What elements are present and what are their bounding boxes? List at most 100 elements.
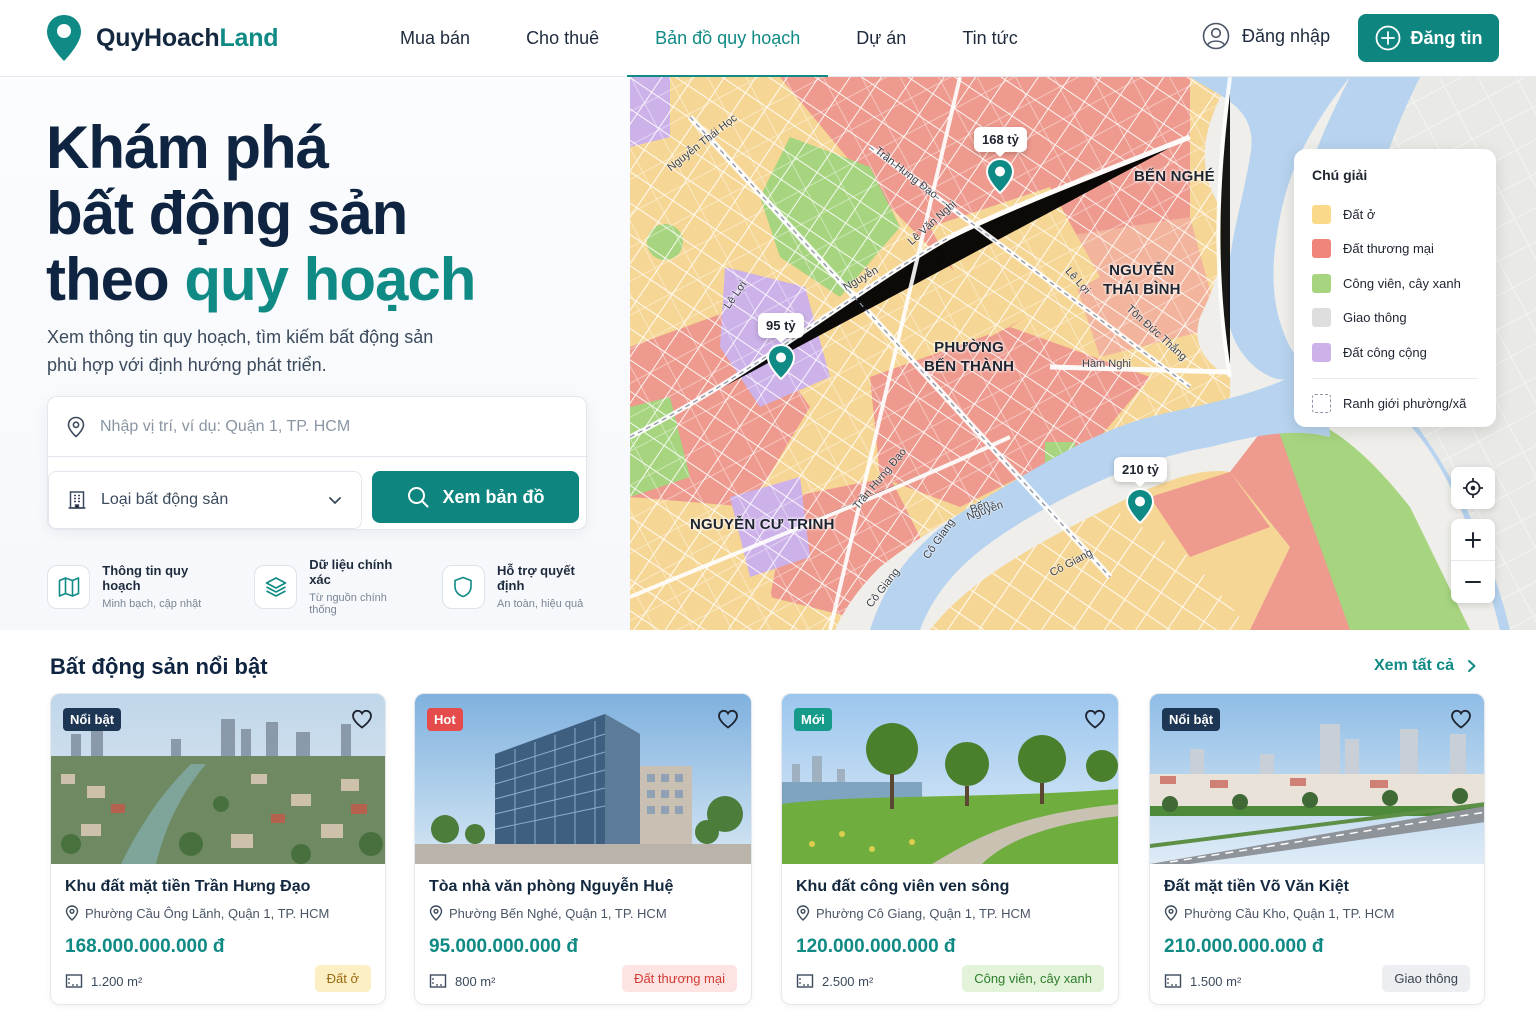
property-card[interactable]: Nổi bật Khu đất mặt tiền Trần Hưng Đạo P… <box>50 693 386 1005</box>
nav-ban-do-quy-hoach[interactable]: Bản đồ quy hoạch <box>627 0 829 78</box>
nav-cho-thue[interactable]: Cho thuê <box>498 0 627 77</box>
area-label: PHƯỜNG BẾN THÀNH <box>924 339 1015 375</box>
legend-item: Giao thông <box>1312 301 1478 336</box>
location-pin-icon <box>1164 905 1178 921</box>
feature-desc: Minh bạch, cập nhật <box>102 598 202 610</box>
hero-title: Khám phá bất động sản theo quy hoạch <box>46 114 476 313</box>
feature-desc: Từ nguồn chính thống <box>309 592 387 616</box>
nav-mua-ban[interactable]: Mua bán <box>372 0 498 77</box>
card-badge: Nổi bật <box>63 708 122 731</box>
building-icon <box>68 491 86 509</box>
price-tag: 168 tỷ <box>974 127 1027 157</box>
legend-title: Chú giải <box>1312 167 1368 183</box>
card-location: Phường Bến Nghé, Quận 1, TP. HCM <box>429 905 667 921</box>
area-icon <box>65 974 83 988</box>
card-price: 120.000.000.000 đ <box>796 936 956 957</box>
map-marker-icon <box>1126 488 1155 524</box>
zone-tag: Đất thương mại <box>622 965 737 992</box>
feature-title: Thông tin quy hoạch <box>102 563 189 593</box>
feature-list: Thông tin quy hoạch Minh bạch, cập nhật … <box>47 557 630 616</box>
logo-text: QuyHoachLand <box>96 23 279 52</box>
heart-icon <box>718 709 738 729</box>
featured-section-title: Bất động sản nổi bật <box>50 654 268 679</box>
card-location: Phường Cô Giang, Quận 1, TP. HCM <box>796 905 1031 921</box>
legend-swatch <box>1312 239 1331 259</box>
map-marker-icon <box>986 158 1015 194</box>
card-area: 1.500 m² <box>1164 973 1241 989</box>
login-label: Đăng nhập <box>1242 25 1331 46</box>
property-card[interactable]: Mới Khu đất công viên ven sông Phường Cô… <box>781 693 1119 1005</box>
card-title[interactable]: Khu đất công viên ven sông <box>796 878 1009 896</box>
legend-item: Đất thương mại <box>1312 232 1478 267</box>
feature-title: Dữ liệu chính xác <box>309 557 393 587</box>
property-card[interactable]: Hot Tòa nhà văn phòng Nguyễn Huệ Phường … <box>414 693 752 1005</box>
zoom-in-button[interactable] <box>1451 519 1495 561</box>
price-pin[interactable]: 95 tỷ <box>758 313 804 380</box>
favorite-button[interactable] <box>1082 706 1108 732</box>
nav-du-an[interactable]: Dự án <box>828 0 934 77</box>
card-badge: Hot <box>427 708 463 731</box>
login-link[interactable]: Đăng nhập <box>1202 22 1330 50</box>
area-label: NGUYỄN CƯ TRINH <box>690 516 835 533</box>
post-listing-button[interactable]: Đăng tin <box>1358 14 1499 62</box>
card-badge: Mới <box>794 708 832 731</box>
location-pin-icon <box>429 905 443 921</box>
street-label: Hàm Nghi <box>1082 358 1131 370</box>
favorite-button[interactable] <box>715 706 741 732</box>
post-label: Đăng tin <box>1410 27 1483 48</box>
legend-item: Ranh giới phường/xã <box>1312 387 1478 422</box>
legend-swatch <box>1312 204 1331 224</box>
feature-item: Dữ liệu chính xác Từ nguồn chính thống <box>253 557 416 616</box>
property-photo <box>782 694 1118 864</box>
location-search-input[interactable] <box>100 417 540 436</box>
location-pin-icon <box>796 905 810 921</box>
shield-icon <box>454 576 473 597</box>
card-location: Phường Cầu Ông Lãnh, Quận 1, TP. HCM <box>65 905 329 921</box>
zoom-controls <box>1451 519 1495 603</box>
heart-icon <box>1085 709 1105 729</box>
site-logo[interactable]: QuyHoachLand <box>46 14 279 62</box>
card-location: Phường Cầu Kho, Quận 1, TP. HCM <box>1164 905 1394 921</box>
zone-tag: Công viên, cây xanh <box>962 965 1104 992</box>
top-header: QuyHoachLand Mua bán Cho thuê Bản đồ quy… <box>0 0 1536 78</box>
search-icon <box>408 487 429 508</box>
card-price: 210.000.000.000 đ <box>1164 936 1324 957</box>
area-icon <box>796 974 814 988</box>
property-photo <box>415 694 751 864</box>
view-map-button[interactable]: Xem bản đồ <box>372 471 579 523</box>
price-pin[interactable]: 210 tỷ <box>1114 457 1167 524</box>
card-title[interactable]: Đất mặt tiền Võ Văn Kiệt <box>1164 878 1349 896</box>
map-icon <box>58 576 79 597</box>
chevron-down-icon <box>329 497 341 504</box>
property-type-label: Loại bất động sản <box>101 491 229 508</box>
price-tag: 95 tỷ <box>758 313 804 343</box>
legend-item: Công viên, cây xanh <box>1312 266 1478 301</box>
map-marker-icon <box>766 344 795 380</box>
property-type-select[interactable]: Loại bất động sản <box>48 471 362 529</box>
price-pin[interactable]: 168 tỷ <box>974 127 1027 194</box>
see-all-link[interactable]: Xem tất cả <box>1374 657 1478 675</box>
card-title[interactable]: Tòa nhà văn phòng Nguyễn Huệ <box>429 878 673 896</box>
view-map-label: Xem bản đồ <box>442 486 545 507</box>
favorite-button[interactable] <box>349 706 375 732</box>
property-card[interactable]: Nổi bật Đất mặt tiền Võ Văn Kiệt Phường … <box>1149 693 1485 1005</box>
card-area: 800 m² <box>429 973 495 989</box>
minus-icon <box>1465 581 1481 583</box>
favorite-button[interactable] <box>1448 706 1474 732</box>
locate-button[interactable] <box>1451 467 1495 509</box>
hero-panel: Khám phá bất động sản theo quy hoạch Xem… <box>0 77 630 630</box>
nav-tin-tuc[interactable]: Tin tức <box>934 0 1045 77</box>
legend-swatch <box>1312 394 1331 414</box>
heart-icon <box>1451 709 1471 729</box>
main-nav: Mua bán Cho thuê Bản đồ quy hoạch Dự án … <box>372 0 1046 78</box>
zoom-out-button[interactable] <box>1451 561 1495 603</box>
card-title[interactable]: Khu đất mặt tiền Trần Hưng Đạo <box>65 878 310 896</box>
card-price: 95.000.000.000 đ <box>429 936 578 957</box>
location-search-field[interactable] <box>48 397 588 457</box>
planning-map[interactable]: BẾN NGHÉ NGUYỄN THÁI BÌNH PHƯỜNG BẾN THÀ… <box>630 77 1536 630</box>
price-tag: 210 tỷ <box>1114 457 1167 487</box>
legend-item: Đất ở <box>1312 197 1478 232</box>
layers-icon <box>265 576 286 597</box>
plus-circle-icon <box>1375 25 1400 51</box>
hero-subtitle: Xem thông tin quy hoạch, tìm kiếm bất độ… <box>47 327 434 375</box>
